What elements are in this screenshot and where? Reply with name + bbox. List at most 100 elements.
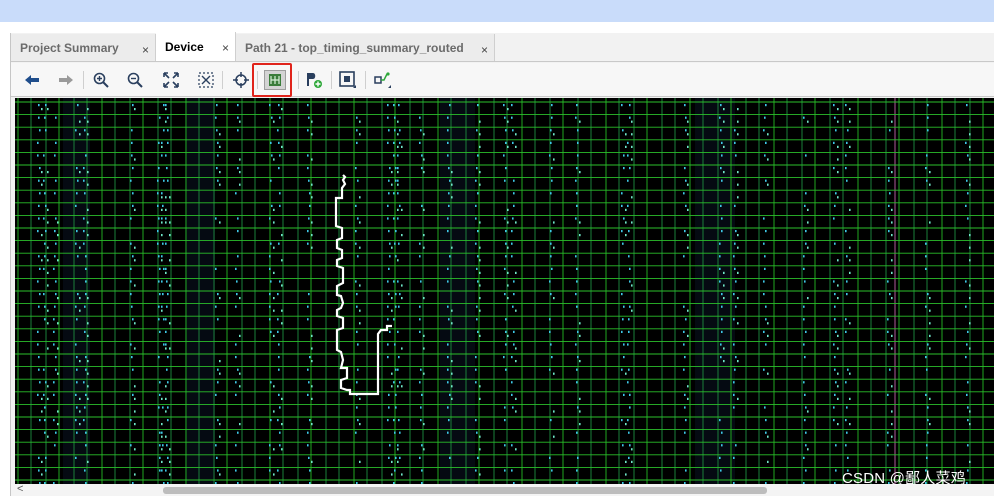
site-cell [447,431,449,434]
site-cell [423,423,425,426]
device-view [15,98,994,484]
site-cell [475,381,477,384]
site-cell [621,419,623,422]
site-cell [166,305,168,308]
site-cell [845,419,847,422]
site-cell [355,431,357,434]
site-cell [479,385,481,388]
site-cell [130,242,132,245]
site-cell [57,347,59,350]
device-canvas[interactable] [15,98,994,484]
select-region-icon[interactable] [337,70,359,90]
site-cell [281,448,283,451]
site-cell [511,469,513,472]
site-cell [621,230,623,233]
site-cell [397,154,399,157]
site-cell [161,141,163,144]
site-cell [965,356,967,359]
site-cell [388,179,390,182]
site-cell [849,246,851,249]
site-cell [55,368,57,371]
site-cell [311,397,313,400]
site-cell [165,343,167,346]
site-cell [475,217,477,220]
site-cell [278,368,280,371]
scrollbar-thumb[interactable] [163,487,767,494]
zoom-fit-icon[interactable] [160,70,182,90]
site-cell [270,242,272,245]
site-cell [421,204,423,207]
site-cell [837,372,839,375]
scroll-left-icon[interactable]: < [17,483,23,495]
site-cell [399,204,401,207]
site-cell [87,334,89,337]
site-cell [765,141,767,144]
window-top-bar [0,0,994,22]
site-cell [579,120,581,123]
site-cell [479,221,481,224]
site-cell [398,305,400,308]
site-cell [629,406,631,409]
site-cell [835,444,837,447]
tab-project-summary[interactable]: Project Summary × [11,34,156,61]
site-cell [476,129,478,132]
site-cell [165,208,167,211]
site-cell [888,179,890,182]
site-cell [57,259,59,262]
site-cell [307,230,309,233]
site-cell [719,242,721,245]
site-cell [805,469,807,472]
site-cell [308,456,310,459]
site-cell [423,372,425,375]
site-cell [685,469,687,472]
site-cell [395,368,397,371]
site-cell [891,171,893,174]
back-arrow-icon[interactable] [21,70,43,90]
site-cell [421,167,423,170]
zoom-in-icon[interactable] [90,70,112,90]
tab-device[interactable]: Device × [156,32,236,61]
site-cell [969,410,971,413]
close-icon[interactable]: × [481,43,488,57]
site-cell [926,154,928,157]
site-cell [449,104,451,107]
site-cell [765,179,767,182]
zoom-out-icon[interactable] [124,70,146,90]
site-cell [447,368,449,371]
crosshair-icon[interactable] [230,70,252,90]
site-cell [219,372,221,375]
site-cell [837,297,839,300]
zoom-to-selected-icon[interactable] [195,70,217,90]
site-cell [504,293,506,296]
site-cell [803,318,805,321]
site-cell [157,242,159,245]
site-cell [169,221,171,224]
site-cell [479,120,481,123]
site-cell [849,259,851,262]
site-cell [53,267,55,270]
close-icon[interactable]: × [222,41,229,55]
close-icon[interactable]: × [142,43,149,57]
site-cell [219,423,221,426]
add-pblock-icon[interactable] [303,70,325,90]
site-cell [511,255,513,258]
site-cell [161,448,163,451]
site-cell [167,406,169,409]
site-cell [969,284,971,287]
tab-path-21[interactable]: Path 21 - top_timing_summary_routed × [236,34,495,61]
site-cell [397,448,399,451]
site-cell [449,393,451,396]
site-cell [159,444,161,447]
site-cell [511,104,513,107]
forward-arrow-icon[interactable] [55,70,77,90]
site-cell [803,116,805,119]
site-cell [837,108,839,111]
site-cell [281,284,283,287]
site-cell [889,293,891,296]
site-cell [308,217,310,220]
site-cell [926,368,928,371]
site-cell [891,234,893,237]
site-cell [969,322,971,325]
site-cell [356,293,358,296]
route-toggle-icon[interactable] [372,70,394,90]
